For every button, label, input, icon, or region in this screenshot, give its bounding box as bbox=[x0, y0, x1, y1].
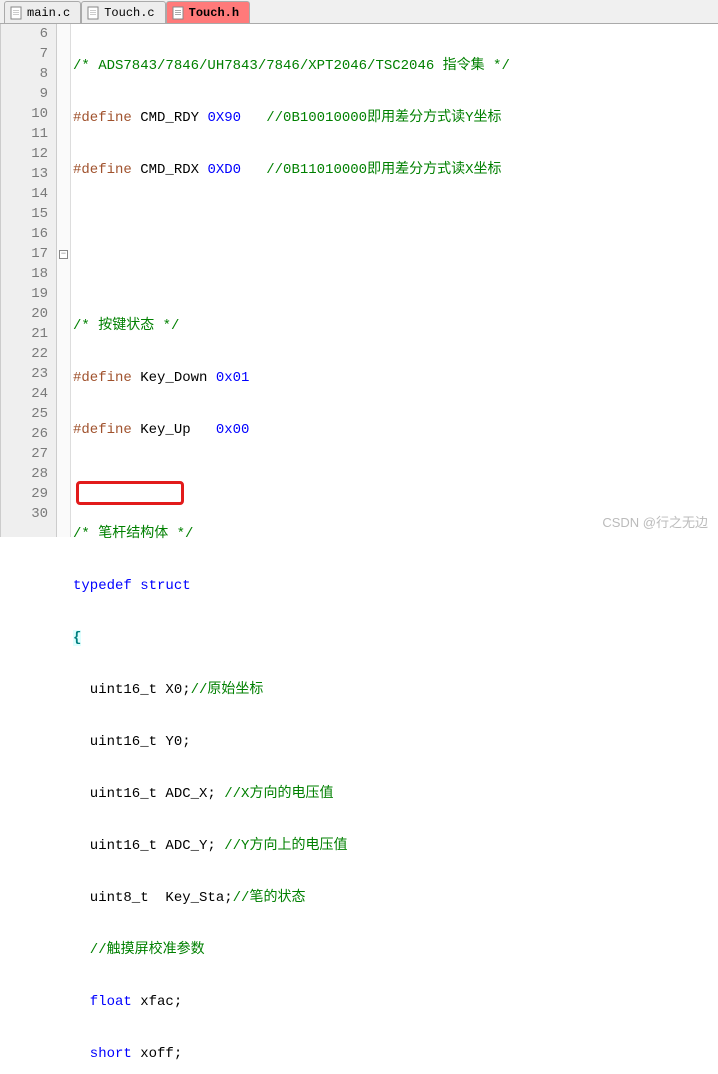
code-line: { bbox=[73, 628, 718, 648]
file-icon bbox=[9, 6, 23, 20]
line-number: 7 bbox=[1, 44, 48, 64]
code-line: //触摸屏校准参数 bbox=[73, 940, 718, 960]
line-number: 22 bbox=[1, 344, 48, 364]
tab-touch-c[interactable]: Touch.c bbox=[81, 1, 165, 23]
code-line: typedef struct bbox=[73, 576, 718, 596]
watermark: CSDN @行之无边 bbox=[602, 512, 708, 531]
code-line: uint16_t Y0; bbox=[73, 732, 718, 752]
code-line: #define CMD_RDX 0XD0 //0B11010000即用差分方式读… bbox=[73, 160, 718, 180]
code-line: uint16_t X0;//原始坐标 bbox=[73, 680, 718, 700]
file-icon bbox=[86, 6, 100, 20]
line-number: 16 bbox=[1, 224, 48, 244]
line-number: 28 bbox=[1, 464, 48, 484]
line-number: 30 bbox=[1, 504, 48, 524]
line-number: 23 bbox=[1, 364, 48, 384]
code-line: /* 按键状态 */ bbox=[73, 316, 718, 336]
tab-label: main.c bbox=[27, 6, 70, 20]
code-line: float xfac; bbox=[73, 992, 718, 1012]
line-number: 8 bbox=[1, 64, 48, 84]
code-line: #define CMD_RDY 0X90 //0B10010000即用差分方式读… bbox=[73, 108, 718, 128]
file-icon bbox=[171, 6, 185, 20]
tab-label: Touch.h bbox=[189, 6, 239, 20]
line-number: 18 bbox=[1, 264, 48, 284]
line-number: 26 bbox=[1, 424, 48, 444]
code-area[interactable]: /* ADS7843/7846/UH7843/7846/XPT2046/TSC2… bbox=[71, 24, 718, 537]
tab-label: Touch.c bbox=[104, 6, 154, 20]
code-line: #define Key_Up 0x00 bbox=[73, 420, 718, 440]
line-number: 21 bbox=[1, 324, 48, 344]
line-number: 6 bbox=[1, 24, 48, 44]
tab-touch-h[interactable]: Touch.h bbox=[166, 1, 250, 23]
code-line bbox=[73, 472, 718, 492]
line-number: 19 bbox=[1, 284, 48, 304]
line-number: 15 bbox=[1, 204, 48, 224]
line-number: 14 bbox=[1, 184, 48, 204]
line-number: 29 bbox=[1, 484, 48, 504]
line-number: 24 bbox=[1, 384, 48, 404]
fold-toggle[interactable]: − bbox=[57, 244, 70, 264]
tab-main-c[interactable]: main.c bbox=[4, 1, 81, 23]
line-number: 13 bbox=[1, 164, 48, 184]
code-line bbox=[73, 264, 718, 284]
line-number: 10 bbox=[1, 104, 48, 124]
line-number-gutter: 6 7 8 9 10 11 12 13 14 15 16 17 18 19 20… bbox=[1, 24, 57, 537]
code-line bbox=[73, 212, 718, 232]
fold-column: − bbox=[57, 24, 71, 537]
code-line: /* ADS7843/7846/UH7843/7846/XPT2046/TSC2… bbox=[73, 56, 718, 76]
tab-bar: main.c Touch.c Touch.h bbox=[0, 0, 718, 24]
line-number: 25 bbox=[1, 404, 48, 424]
code-line: uint16_t ADC_Y; //Y方向上的电压值 bbox=[73, 836, 718, 856]
line-number: 12 bbox=[1, 144, 48, 164]
code-line: short xoff; bbox=[73, 1044, 718, 1064]
line-number: 9 bbox=[1, 84, 48, 104]
line-number: 17 bbox=[1, 244, 48, 264]
line-number: 27 bbox=[1, 444, 48, 464]
code-line: #define Key_Down 0x01 bbox=[73, 368, 718, 388]
code-line: uint8_t Key_Sta;//笔的状态 bbox=[73, 888, 718, 908]
code-editor[interactable]: 6 7 8 9 10 11 12 13 14 15 16 17 18 19 20… bbox=[0, 24, 718, 537]
line-number: 11 bbox=[1, 124, 48, 144]
line-number: 20 bbox=[1, 304, 48, 324]
code-line: uint16_t ADC_X; //X方向的电压值 bbox=[73, 784, 718, 804]
